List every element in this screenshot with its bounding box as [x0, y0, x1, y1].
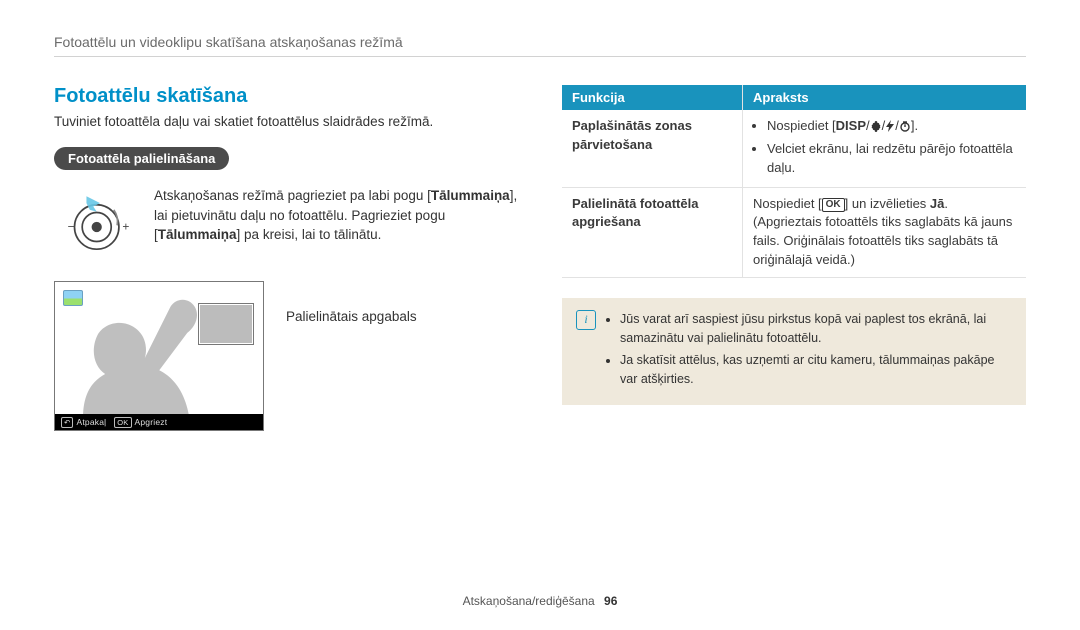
table-row: Paplašinātās zonas pārvietošana Nospiedi…	[562, 110, 1026, 187]
row1-name: Paplašinātās zonas pārvietošana	[562, 110, 743, 187]
flash-icon	[885, 119, 895, 138]
row1-li2: Velciet ekrānu, lai redzētu pārējo fotoa…	[767, 140, 1016, 178]
dial-text-3: ] pa kreisi, lai to tālinātu.	[237, 227, 382, 242]
row2-mid: ] un izvēlieties	[845, 196, 930, 211]
svg-text:−: −	[68, 219, 75, 233]
dial-paragraph: Atskaņošanas režīmā pagrieziet pa labi p…	[154, 186, 518, 245]
row2-prefix: Nospiediet [	[753, 196, 822, 211]
ok-chip: OK Apgriezt	[114, 417, 167, 428]
zoom-rect-indicator	[199, 304, 253, 344]
right-column: Funkcija Apraksts Paplašinātās zonas pār…	[562, 85, 1026, 431]
note-info-icon: i	[576, 310, 596, 330]
th-description: Apraksts	[743, 85, 1027, 110]
person-silhouette-icon	[54, 286, 219, 431]
dial-bold-2: Tālummaiņa	[158, 227, 237, 242]
dial-bold-1: Tālummaiņa	[431, 188, 510, 203]
back-key-icon: ↶	[61, 417, 73, 428]
footer-page-number: 96	[604, 594, 617, 608]
back-chip: ↶ Atpakaļ	[61, 417, 106, 428]
ok-label: Apgriezt	[135, 417, 168, 427]
ok-key-icon: OK	[114, 417, 131, 428]
note-box: i Jūs varat arī saspiest jūsu pirkstus k…	[562, 298, 1026, 405]
dial-text-1: Atskaņošanas režīmā pagrieziet pa labi p…	[154, 188, 431, 203]
flower-macro-icon	[870, 119, 882, 138]
disp-key-label: DISP	[836, 118, 866, 133]
note-li1: Jūs varat arī saspiest jūsu pirkstus kop…	[620, 310, 1012, 348]
footer-section: Atskaņošana/rediģēšana	[463, 594, 595, 608]
timer-icon	[899, 119, 911, 138]
row2-bold: Jā	[930, 196, 944, 211]
functions-table: Funkcija Apraksts Paplašinātās zonas pār…	[562, 85, 1026, 278]
zoom-dial-icon: − +	[54, 186, 136, 257]
table-row: Palielinātā fotoattēla apgriešana Nospie…	[562, 187, 1026, 277]
row1-desc: Nospiediet [DISP///]. Velciet ekrānu, la…	[743, 110, 1027, 187]
camera-screenshot: ↶ Atpakaļ OK Apgriezt	[54, 281, 264, 431]
ok-key-icon: OK	[822, 198, 845, 212]
note-li2: Ja skatīsit attēlus, kas uzņemti ar citu…	[620, 351, 1012, 389]
svg-text:+: +	[122, 219, 129, 233]
zoom-caption: Palielinātais apgabals	[286, 281, 417, 324]
left-column: Fotoattēlu skatīšana Tuviniet fotoattēla…	[54, 85, 518, 431]
intro-text: Tuviniet fotoattēla daļu vai skatiet fot…	[54, 114, 518, 129]
breadcrumb: Fotoattēlu un videoklipu skatīšana atska…	[54, 34, 1026, 57]
screenshot-footer: ↶ Atpakaļ OK Apgriezt	[55, 414, 263, 430]
row2-desc: Nospiediet [OK] un izvēlieties Jā. (Apgr…	[743, 187, 1027, 277]
section-title: Fotoattēlu skatīšana	[54, 85, 518, 108]
th-function: Funkcija	[562, 85, 743, 110]
subsection-pill: Fotoattēla palielināšana	[54, 147, 229, 170]
row1-press-label: Nospiediet	[767, 118, 828, 133]
page-footer: Atskaņošana/rediģēšana 96	[0, 594, 1080, 608]
row2-name: Palielinātā fotoattēla apgriešana	[562, 187, 743, 277]
back-label: Atpakaļ	[76, 417, 106, 427]
